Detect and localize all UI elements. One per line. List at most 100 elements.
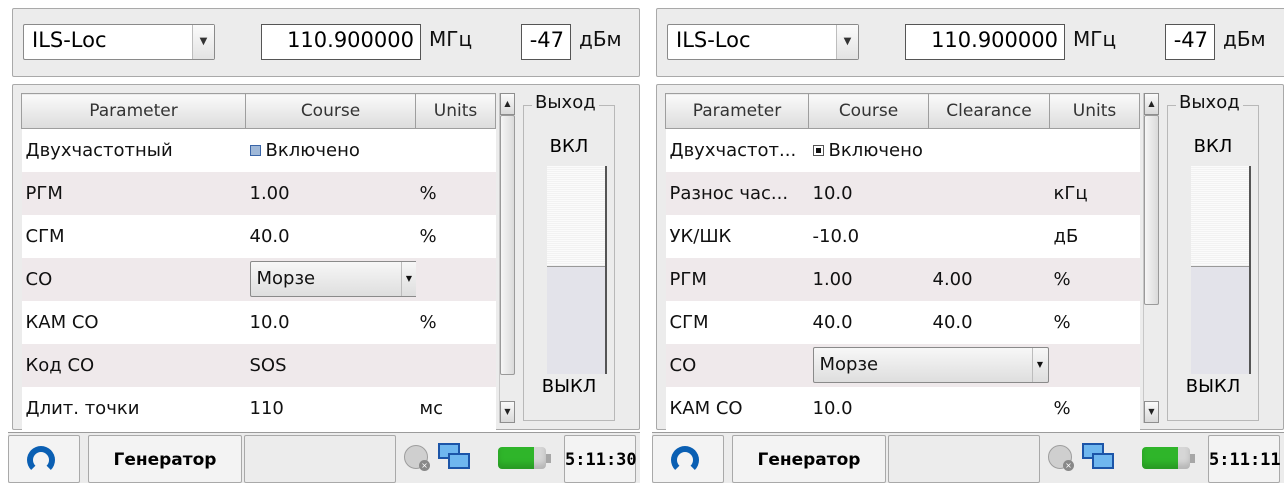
- mode-select[interactable]: ILS-Loc ▼: [667, 24, 859, 60]
- slider-handle[interactable]: [547, 266, 605, 374]
- param-name: РГМ: [21, 171, 246, 215]
- scroll-up-icon[interactable]: ▲: [1144, 93, 1159, 115]
- table-row[interactable]: РГМ 1.00 4.00 %: [665, 257, 1140, 301]
- wireless-disconnected-icon[interactable]: ×: [404, 445, 430, 471]
- table-row[interactable]: СО Морзе ▼: [665, 343, 1140, 387]
- table-row[interactable]: СО Морзе ▼: [21, 257, 496, 301]
- scroll-down-icon[interactable]: ▼: [500, 401, 515, 423]
- param-name: РГМ: [665, 257, 809, 301]
- scrollbar-thumb[interactable]: [500, 115, 515, 375]
- param-clearance[interactable]: 4.00: [928, 257, 1050, 301]
- column-header-course[interactable]: Course: [808, 93, 929, 129]
- param-value[interactable]: 40.0: [808, 300, 929, 344]
- column-header-parameter[interactable]: Parameter: [665, 93, 809, 129]
- level-input[interactable]: -47: [1165, 24, 1215, 60]
- x-badge-icon: ×: [419, 460, 430, 471]
- table-row[interactable]: Длит. точки 110 мс: [21, 386, 496, 430]
- chevron-down-icon[interactable]: ▼: [192, 25, 214, 59]
- chevron-down-icon[interactable]: ▼: [400, 262, 416, 296]
- param-name: СО: [665, 343, 809, 387]
- frequency-input[interactable]: 110.900000: [261, 24, 421, 60]
- param-name: Двухчастотный: [21, 128, 246, 172]
- param-clearance[interactable]: [928, 214, 1050, 258]
- start-menu-button[interactable]: [652, 435, 724, 483]
- param-units: [415, 343, 496, 387]
- battery-icon[interactable]: [1142, 447, 1190, 469]
- start-menu-button[interactable]: [8, 435, 80, 483]
- param-value[interactable]: 40.0: [245, 214, 416, 258]
- table-row[interactable]: Код СО SOS: [21, 343, 496, 387]
- battery-icon[interactable]: [498, 447, 546, 469]
- param-value[interactable]: 1.00: [245, 171, 416, 215]
- table-row[interactable]: СГМ 40.0 40.0 %: [665, 300, 1140, 344]
- task-generator-button[interactable]: Генератор: [732, 435, 886, 483]
- param-clearance[interactable]: 40.0: [928, 300, 1050, 344]
- chevron-down-icon[interactable]: ▼: [1031, 348, 1048, 382]
- checkbox-label: Включено: [828, 139, 923, 161]
- table-scrollbar[interactable]: ▲ ▼: [499, 93, 515, 423]
- frequency-input[interactable]: 110.900000: [905, 24, 1065, 60]
- battery-cap: [546, 454, 551, 463]
- x-badge-icon: ×: [1063, 460, 1074, 471]
- output-toggle-slider[interactable]: [547, 166, 607, 374]
- param-value[interactable]: 1.00: [808, 257, 929, 301]
- param-value-cell: Морзе ▼: [808, 343, 1050, 387]
- param-value[interactable]: 10.0: [808, 171, 929, 215]
- mode-select-value: ILS-Loc: [676, 28, 751, 52]
- mode-select[interactable]: ILS-Loc ▼: [23, 24, 215, 60]
- param-name: СГМ: [665, 300, 809, 344]
- table-row[interactable]: Двухчастот... Включено: [665, 128, 1140, 172]
- mode-select-value: ILS-Loc: [32, 28, 107, 52]
- slider-handle[interactable]: [1191, 266, 1249, 374]
- param-value[interactable]: 110: [245, 386, 416, 430]
- output-toggle-slider[interactable]: [1191, 166, 1251, 374]
- output-on-label: ВКЛ: [549, 136, 589, 157]
- table-row[interactable]: РГМ 1.00 %: [21, 171, 496, 215]
- table-row[interactable]: КАМ СО 10.0 %: [21, 300, 496, 344]
- param-value[interactable]: SOS: [245, 343, 416, 387]
- column-header-clearance[interactable]: Clearance: [928, 93, 1050, 129]
- chevron-down-icon[interactable]: ▼: [836, 25, 858, 59]
- table-row[interactable]: СГМ 40.0 %: [21, 214, 496, 258]
- column-header-course[interactable]: Course: [245, 93, 416, 129]
- task-generator-button[interactable]: Генератор: [88, 435, 242, 483]
- column-header-units[interactable]: Units: [1049, 93, 1140, 129]
- wireless-disconnected-icon[interactable]: ×: [1048, 445, 1074, 471]
- param-units: %: [1049, 300, 1140, 344]
- checkbox-label: Включено: [265, 139, 360, 161]
- checkbox-icon[interactable]: [812, 144, 824, 156]
- table-row[interactable]: Двухчастотный Включено: [21, 128, 496, 172]
- param-clearance[interactable]: [928, 171, 1050, 215]
- clock[interactable]: 5:11:11: [1208, 435, 1281, 483]
- column-header-units[interactable]: Units: [415, 93, 496, 129]
- identification-select[interactable]: Морзе ▼: [812, 347, 1049, 383]
- column-header-parameter[interactable]: Parameter: [21, 93, 246, 129]
- identification-select[interactable]: Морзе ▼: [249, 261, 416, 297]
- param-units: %: [415, 214, 496, 258]
- output-group: Выход ВКЛ ВЫКЛ: [1167, 92, 1259, 421]
- frequency-unit: МГц: [429, 27, 473, 51]
- level-input[interactable]: -47: [521, 24, 571, 60]
- param-clearance[interactable]: [928, 386, 1050, 430]
- scroll-up-icon[interactable]: ▲: [500, 93, 515, 115]
- checkbox-icon[interactable]: [249, 144, 261, 156]
- table-row[interactable]: УК/ШК -10.0 дБ: [665, 214, 1140, 258]
- scrollbar-thumb[interactable]: [1144, 115, 1159, 305]
- param-clearance[interactable]: [928, 128, 1050, 172]
- table-row[interactable]: Разнос час... 10.0 кГц: [665, 171, 1140, 215]
- dual-frequency-checkbox[interactable]: Включено: [808, 128, 929, 172]
- param-value[interactable]: 10.0: [245, 300, 416, 344]
- param-value-cell: Морзе ▼: [245, 257, 416, 301]
- table-row[interactable]: КАМ СО 10.0 %: [665, 386, 1140, 430]
- param-value[interactable]: -10.0: [808, 214, 929, 258]
- clock-time: 5:11:30: [565, 450, 637, 470]
- param-name: УК/ШК: [665, 214, 809, 258]
- param-units: %: [1049, 257, 1140, 301]
- clock[interactable]: 5:11:30: [564, 435, 637, 483]
- param-value[interactable]: 10.0: [808, 386, 929, 430]
- table-scrollbar[interactable]: ▲ ▼: [1143, 93, 1159, 423]
- output-off-label: ВЫКЛ: [541, 376, 597, 397]
- param-units: %: [1049, 386, 1140, 430]
- scroll-down-icon[interactable]: ▼: [1144, 401, 1159, 423]
- dual-frequency-checkbox[interactable]: Включено: [245, 128, 416, 172]
